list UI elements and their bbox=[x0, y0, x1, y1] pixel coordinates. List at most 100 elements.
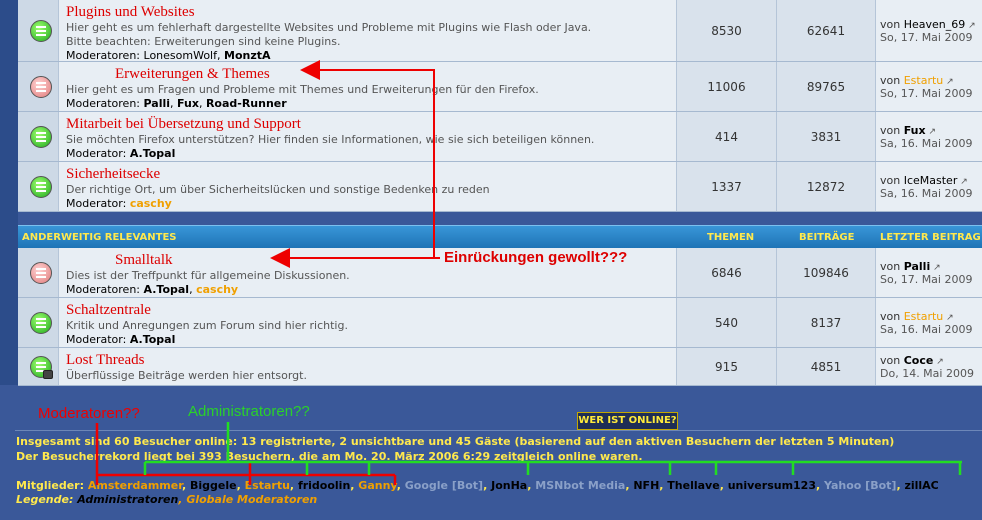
moderator-link[interactable]: LonesomWolf bbox=[144, 49, 217, 62]
forum-info-cell: Plugins und Websites Hier geht es um fehl… bbox=[59, 0, 677, 62]
lock-icon bbox=[43, 370, 53, 379]
last-post-date: Sa, 16. Mai 2009 bbox=[880, 322, 973, 336]
topics-count: 11006 bbox=[677, 62, 777, 111]
forum-row-translation: Mitarbeit bei Übersetzung und Support Sie… bbox=[18, 112, 982, 162]
separator: , bbox=[396, 479, 405, 492]
online-summary: Insgesamt sind 60 Besucher online: 13 re… bbox=[16, 435, 895, 448]
members-online-list: Mitglieder: Amsterdammer, Biggele, Estar… bbox=[16, 479, 939, 492]
last-post-date: So, 17. Mai 2009 bbox=[880, 30, 973, 44]
visitor-record: Der Besucherrekord liegt bei 393 Besuche… bbox=[16, 450, 643, 463]
last-post-cell: von Fux ↗ Sa, 16. Mai 2009 bbox=[876, 112, 982, 161]
forum-info-cell: Erweiterungen & Themes Hier geht es um Fr… bbox=[59, 62, 677, 111]
forum-title-link[interactable]: Erweiterungen & Themes bbox=[66, 66, 676, 83]
moderator-link[interactable]: caschy bbox=[130, 197, 172, 210]
forum-row-lost-threads: Lost Threads Überflüssige Beiträge werden… bbox=[18, 348, 982, 386]
online-member-link[interactable]: MSNbot Media bbox=[535, 479, 625, 492]
forum-description: Der richtige Ort, um über Sicherheitslüc… bbox=[66, 183, 490, 196]
goto-post-icon[interactable]: ↗ bbox=[926, 127, 936, 137]
last-post-author[interactable]: Coce bbox=[904, 354, 934, 367]
goto-post-icon[interactable]: ↗ bbox=[965, 21, 976, 31]
last-post-by: von bbox=[880, 17, 901, 31]
online-member-link[interactable]: Biggele bbox=[190, 479, 237, 492]
left-frame-strip bbox=[0, 0, 18, 385]
online-member-link[interactable]: Google [Bot] bbox=[405, 479, 483, 492]
forum-title-link[interactable]: Schaltzentrale bbox=[66, 302, 676, 319]
goto-post-icon[interactable]: ↗ bbox=[933, 357, 944, 367]
moderator-link[interactable]: MonztA bbox=[224, 49, 271, 62]
last-post-cell: von Estartu ↗ Sa, 16. Mai 2009 bbox=[876, 298, 982, 347]
online-member-link[interactable]: fridoolin bbox=[298, 479, 350, 492]
separator: , bbox=[289, 479, 298, 492]
who-is-online-button[interactable]: WER IST ONLINE? bbox=[577, 412, 678, 430]
online-member-link[interactable]: zillAC bbox=[904, 479, 938, 492]
goto-post-icon[interactable]: ↗ bbox=[943, 77, 954, 87]
posts-count: 8137 bbox=[777, 298, 876, 347]
legend-global-mods: Globale Moderatoren bbox=[186, 493, 318, 506]
online-member-link[interactable]: Thellave bbox=[667, 479, 719, 492]
moderator-link[interactable]: Fux bbox=[177, 97, 199, 110]
moderator-link[interactable]: caschy bbox=[196, 283, 238, 296]
forum-icon-cell bbox=[18, 348, 59, 385]
forum-title-link[interactable]: Lost Threads bbox=[66, 352, 676, 369]
forum-description: Dies ist der Treffpunkt für allgemeine D… bbox=[66, 269, 350, 282]
topics-count: 915 bbox=[677, 348, 777, 385]
online-member-link[interactable]: Yahoo [Bot] bbox=[824, 479, 896, 492]
posts-count: 89765 bbox=[777, 62, 876, 111]
forum-description: Hier geht es um Fragen und Probleme mit … bbox=[66, 83, 539, 96]
legend-label: Legende: bbox=[16, 493, 74, 506]
last-post-date: Sa, 16. Mai 2009 bbox=[880, 186, 973, 200]
forum-moderators: Moderatoren: Palli, Fux, Road-Runner bbox=[66, 97, 287, 110]
topics-count: 8530 bbox=[677, 0, 777, 61]
moderator-link[interactable]: A.Topal bbox=[144, 283, 190, 296]
forum-description: Kritik und Anregungen zum Forum sind hie… bbox=[66, 319, 348, 332]
goto-post-icon[interactable]: ↗ bbox=[930, 263, 941, 273]
online-member-link[interactable]: JonHa bbox=[491, 479, 527, 492]
topics-count: 1337 bbox=[677, 162, 777, 211]
last-post-author[interactable]: Fux bbox=[904, 124, 926, 137]
forum-icon-cell bbox=[18, 112, 59, 161]
posts-count: 3831 bbox=[777, 112, 876, 161]
online-member-link[interactable]: Amsterdammer bbox=[88, 479, 182, 492]
annotation-indent: Einrückungen gewollt??? bbox=[444, 249, 628, 266]
forum-title-link[interactable]: Plugins und Websites bbox=[66, 4, 676, 21]
last-post-by: von bbox=[880, 353, 901, 367]
moderator-link[interactable]: A.Topal bbox=[130, 147, 176, 160]
last-post-author[interactable]: Estartu bbox=[904, 310, 944, 323]
forum-title-link[interactable]: Sicherheitsecke bbox=[66, 166, 676, 183]
posts-count: 12872 bbox=[777, 162, 876, 211]
last-post-author[interactable]: Heaven_69 bbox=[904, 18, 966, 31]
last-post-cell: von IceMaster ↗ Sa, 16. Mai 2009 bbox=[876, 162, 982, 211]
posts-count: 4851 bbox=[777, 348, 876, 385]
forum-locked-icon bbox=[30, 356, 53, 379]
separator: , bbox=[816, 479, 825, 492]
last-post-author[interactable]: IceMaster bbox=[904, 174, 958, 187]
moderator-link[interactable]: Palli bbox=[144, 97, 171, 110]
forum-icon-cell bbox=[18, 0, 59, 61]
online-member-link[interactable]: Estartu bbox=[245, 479, 290, 492]
forum-description: Hier geht es um fehlerhaft dargestellte … bbox=[66, 21, 592, 34]
forum-info-cell: Mitarbeit bei Übersetzung und Support Sie… bbox=[59, 112, 677, 161]
column-topics-header: THEMEN bbox=[707, 232, 755, 243]
category-title[interactable]: ANDERWEITIG RELEVANTES bbox=[22, 232, 177, 243]
topics-count: 540 bbox=[677, 298, 777, 347]
annotation-moderators: Moderatoren?? bbox=[38, 405, 140, 422]
topics-count: 414 bbox=[677, 112, 777, 161]
online-member-link[interactable]: Ganny bbox=[358, 479, 396, 492]
online-member-link[interactable]: NFH bbox=[633, 479, 659, 492]
column-posts-header: BEITRÄGE bbox=[799, 232, 855, 243]
last-post-by: von bbox=[880, 259, 901, 273]
last-post-author[interactable]: Palli bbox=[904, 260, 931, 273]
moderator-link[interactable]: A.Topal bbox=[130, 333, 176, 346]
moderator-link[interactable]: Road-Runner bbox=[206, 97, 287, 110]
online-member-link[interactable]: universum123 bbox=[728, 479, 816, 492]
separator: , bbox=[182, 479, 191, 492]
forum-info-cell: Sicherheitsecke Der richtige Ort, um über… bbox=[59, 162, 677, 211]
separator: , bbox=[236, 479, 245, 492]
forum-title-link[interactable]: Mitarbeit bei Übersetzung und Support bbox=[66, 116, 676, 133]
moderators-label: Moderator: bbox=[66, 147, 127, 160]
goto-post-icon[interactable]: ↗ bbox=[943, 313, 954, 323]
goto-post-icon[interactable]: ↗ bbox=[957, 177, 968, 187]
forum-moderators: Moderator: A.Topal bbox=[66, 147, 676, 161]
last-post-author[interactable]: Estartu bbox=[904, 74, 944, 87]
forum-moderators: Moderatoren: LonesomWolf, MonztA bbox=[66, 49, 271, 62]
